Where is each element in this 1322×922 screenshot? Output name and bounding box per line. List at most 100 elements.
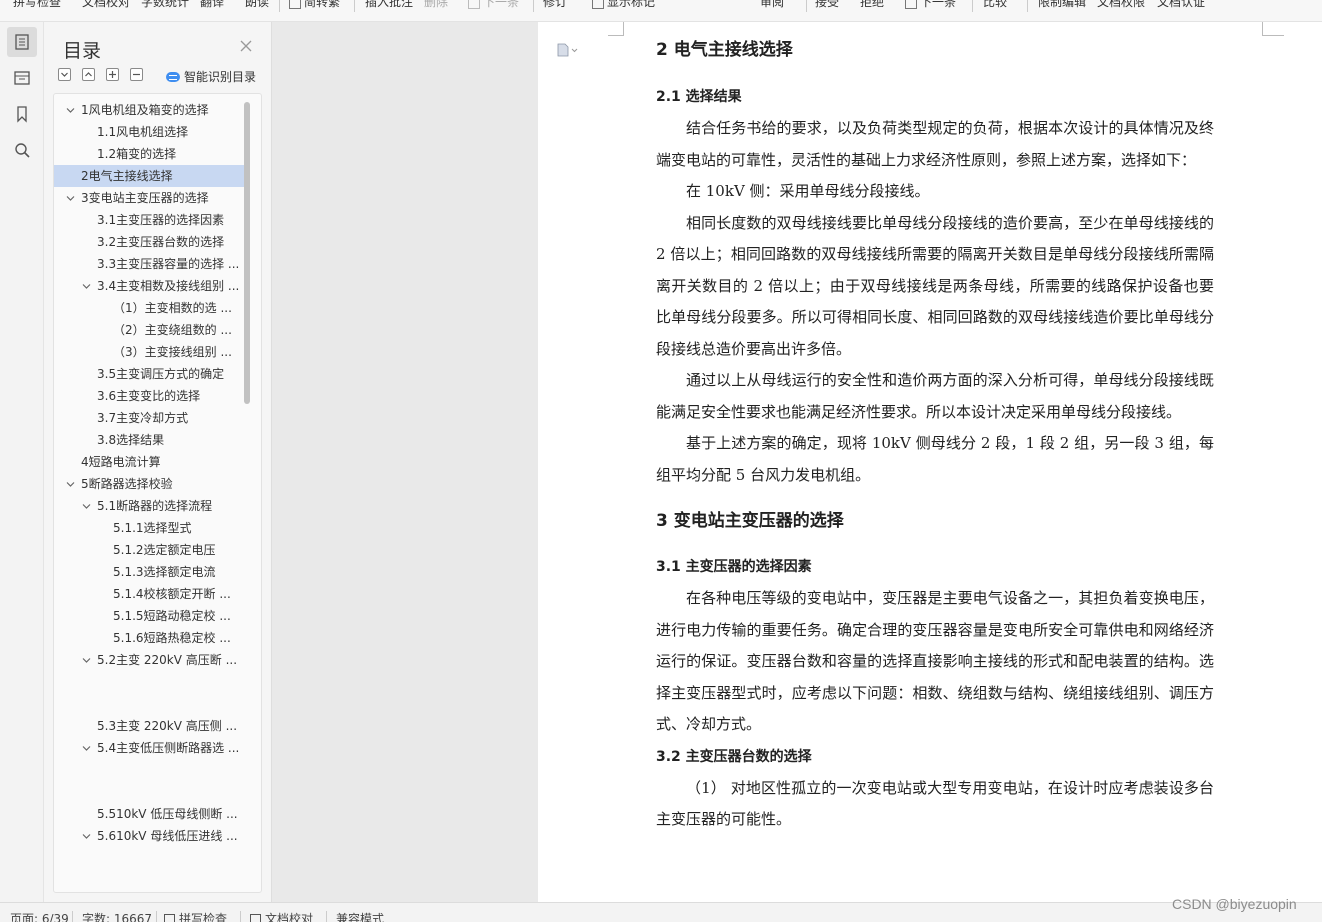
toc-item[interactable]: 4短路电流计算 xyxy=(54,451,244,473)
chevron-down-icon[interactable] xyxy=(66,194,75,203)
toc-item[interactable]: 5.3主变 220kV 高压侧 ... xyxy=(54,715,244,737)
toc-item[interactable]: 5断路器选择校验 xyxy=(54,473,244,495)
toc-item[interactable]: 5.1.2选定额定电压 xyxy=(54,539,244,561)
toc-item-label: 5断路器选择校验 xyxy=(81,477,173,491)
spell-check-button[interactable]: 拼写检查 xyxy=(13,0,61,10)
next-comment-button[interactable]: 下一条 xyxy=(468,0,519,10)
smart-toc-button[interactable]: 智能识别目录 xyxy=(166,68,256,85)
toc-item[interactable]: 2电气主接线选择 xyxy=(54,165,244,187)
toc-item[interactable]: 5.610kV 母线低压进线 ... xyxy=(54,825,244,847)
toc-item[interactable]: 1.1风电机组选择 xyxy=(54,121,244,143)
paragraph: 在各种电压等级的变电站中，变压器是主要电气设备之一，其担负着变换电压，进行电力传… xyxy=(656,589,1214,733)
word-count[interactable]: 字数: 16667 xyxy=(82,910,152,922)
doc-certify-button[interactable]: 文档认证 xyxy=(1157,0,1205,10)
smart-recognize-icon xyxy=(166,71,180,82)
chevron-down-icon[interactable] xyxy=(82,502,91,511)
document-menu-icon[interactable] xyxy=(556,43,580,57)
toc-scrollbar[interactable] xyxy=(244,102,250,404)
toc-item-label: 3.8选择结果 xyxy=(97,433,165,447)
doc-permission-button[interactable]: 文档权限 xyxy=(1097,0,1145,10)
ribbon-divider xyxy=(972,0,973,12)
collapse-all-button[interactable] xyxy=(82,68,95,81)
toc-item[interactable]: 3变电站主变压器的选择 xyxy=(54,187,244,209)
spell-check-toggle[interactable]: 拼写检查 xyxy=(164,910,227,922)
search-icon[interactable] xyxy=(7,135,37,165)
add-heading-button[interactable] xyxy=(106,68,119,81)
toc-item[interactable]: 1.2箱变的选择 xyxy=(54,143,244,165)
toc-title: 目录 xyxy=(63,40,102,62)
chevron-down-icon[interactable] xyxy=(66,106,75,115)
toc-item[interactable]: 5.1.3选择额定电流 xyxy=(54,561,244,583)
heading-2: 2 电气主接线选择 xyxy=(656,40,793,60)
paragraph: 基于上述方案的确定，现将 10kV 侧母线分 2 段，1 段 2 组，另一段 3… xyxy=(656,434,1214,484)
chevron-down-icon[interactable] xyxy=(66,480,75,489)
document-canvas xyxy=(272,22,538,902)
document-body[interactable]: 2 电气主接线选择 2.1 选择结果 结合任务书给的要求，以及负荷类型规定的负荷… xyxy=(656,34,1214,836)
toc-item[interactable]: 3.4主变相数及接线组别 ... xyxy=(54,275,244,297)
toc-item[interactable]: 3.8选择结果 xyxy=(54,429,244,451)
toc-item-label: 3.7主变冷却方式 xyxy=(97,411,189,425)
read-aloud-button[interactable]: 朗读 xyxy=(245,0,269,10)
toc-item-label: 3.3主变压器容量的选择 ... xyxy=(97,257,240,271)
toc-item[interactable]: 3.3主变压器容量的选择 ... xyxy=(54,253,244,275)
chevron-down-icon[interactable] xyxy=(82,832,91,841)
toc-item[interactable]: 3.2主变压器台数的选择 xyxy=(54,231,244,253)
bookmark-icon[interactable] xyxy=(7,99,37,129)
toc-item[interactable]: 5.1.1选择型式 xyxy=(54,517,244,539)
toc-item[interactable]: 1风电机组及箱变的选择 xyxy=(54,99,244,121)
review-button[interactable]: 审阅 xyxy=(760,0,784,10)
toc-item[interactable]: 5.1断路器的选择流程 xyxy=(54,495,244,517)
toc-item-label: （3）主变接线组别 ... xyxy=(113,345,232,359)
toc-item[interactable]: 5.1.6短路热稳定校 ... xyxy=(54,627,244,649)
page-indicator[interactable]: 页面: 6/39 xyxy=(10,910,69,922)
ribbon-divider xyxy=(806,0,807,12)
close-icon[interactable] xyxy=(239,39,253,53)
toc-item[interactable]: 3.5主变调压方式的确定 xyxy=(54,363,244,385)
toc-item[interactable]: 5.1.5短路动稳定校 ... xyxy=(54,605,244,627)
simp-to-trad-button[interactable]: 简转繁 xyxy=(289,0,340,10)
toc-item[interactable]: 3.1主变压器的选择因素 xyxy=(54,209,244,231)
toc-item[interactable]: 5.510kV 低压母线侧断 ... xyxy=(54,803,244,825)
toc-item-label: （2）主变绕组数的 ... xyxy=(113,323,232,337)
paragraph: 在 10kV 侧：采用单母线分段接线。 xyxy=(686,182,930,200)
toc-item[interactable]: 5.1.4校核额定开断 ... xyxy=(54,583,244,605)
chevron-down-icon[interactable] xyxy=(82,656,91,665)
toc-item[interactable]: （1）主变相数的选 ... xyxy=(54,297,244,319)
navigation-icon[interactable] xyxy=(7,63,37,93)
paragraph: （1） 对地区性孤立的一次变电站或大型专用变电站，在设计时应考虑装设多台主变压器… xyxy=(656,778,1214,829)
doc-proofread-button[interactable]: 文档校对 xyxy=(82,0,130,10)
toc-item[interactable]: （2）主变绕组数的 ... xyxy=(54,319,244,341)
toc-item[interactable]: 5.4主变低压侧断路器选 ... xyxy=(54,737,244,759)
compare-button[interactable]: 比较 xyxy=(983,0,1007,10)
delete-comment-button[interactable]: 删除 xyxy=(424,0,448,10)
translate-button[interactable]: 翻译 xyxy=(200,0,224,10)
chevron-down-icon[interactable] xyxy=(82,744,91,753)
expand-all-button[interactable] xyxy=(58,68,71,81)
document-page[interactable]: 2 电气主接线选择 2.1 选择结果 结合任务书给的要求，以及负荷类型规定的负荷… xyxy=(538,22,1322,902)
minus-icon xyxy=(133,73,140,76)
crop-mark xyxy=(623,22,624,36)
chevron-down-icon[interactable] xyxy=(82,282,91,291)
reject-button[interactable]: 拒绝 xyxy=(860,0,884,10)
show-markup-button[interactable]: 显示标记 xyxy=(592,0,655,10)
toc-item-label: 3变电站主变压器的选择 xyxy=(81,191,209,205)
next-change-button[interactable]: 下一条 xyxy=(905,0,956,10)
toc-icon[interactable] xyxy=(7,27,37,57)
toc-item[interactable]: 3.6主变变比的选择 xyxy=(54,385,244,407)
accept-button[interactable]: 接受 xyxy=(815,0,839,10)
toc-item-label: 5.1.3选择额定电流 xyxy=(113,565,216,579)
toc-list[interactable]: 1风电机组及箱变的选择 1.1风电机组选择 1.2箱变的选择 2电气主接线选择 3变电站… xyxy=(53,93,262,893)
restrict-edit-button[interactable]: 限制编辑 xyxy=(1038,0,1086,10)
checkbox-icon xyxy=(250,914,261,922)
side-icon-bar xyxy=(0,22,44,902)
proofread-toggle[interactable]: 文档校对 xyxy=(250,910,313,922)
word-count-button[interactable]: 字数统计 xyxy=(141,0,189,10)
toc-item-label: 5.1.1选择型式 xyxy=(113,521,192,535)
toc-item[interactable]: 3.7主变冷却方式 xyxy=(54,407,244,429)
remove-heading-button[interactable] xyxy=(130,68,143,81)
toc-item[interactable]: （3）主变接线组别 ... xyxy=(54,341,244,363)
track-changes-button[interactable]: 修订 xyxy=(543,0,567,10)
toc-item[interactable]: 5.2主变 220kV 高压断 ... xyxy=(54,649,244,671)
insert-comment-button[interactable]: 插入批注 xyxy=(365,0,413,10)
smart-toc-label: 智能识别目录 xyxy=(184,70,257,84)
